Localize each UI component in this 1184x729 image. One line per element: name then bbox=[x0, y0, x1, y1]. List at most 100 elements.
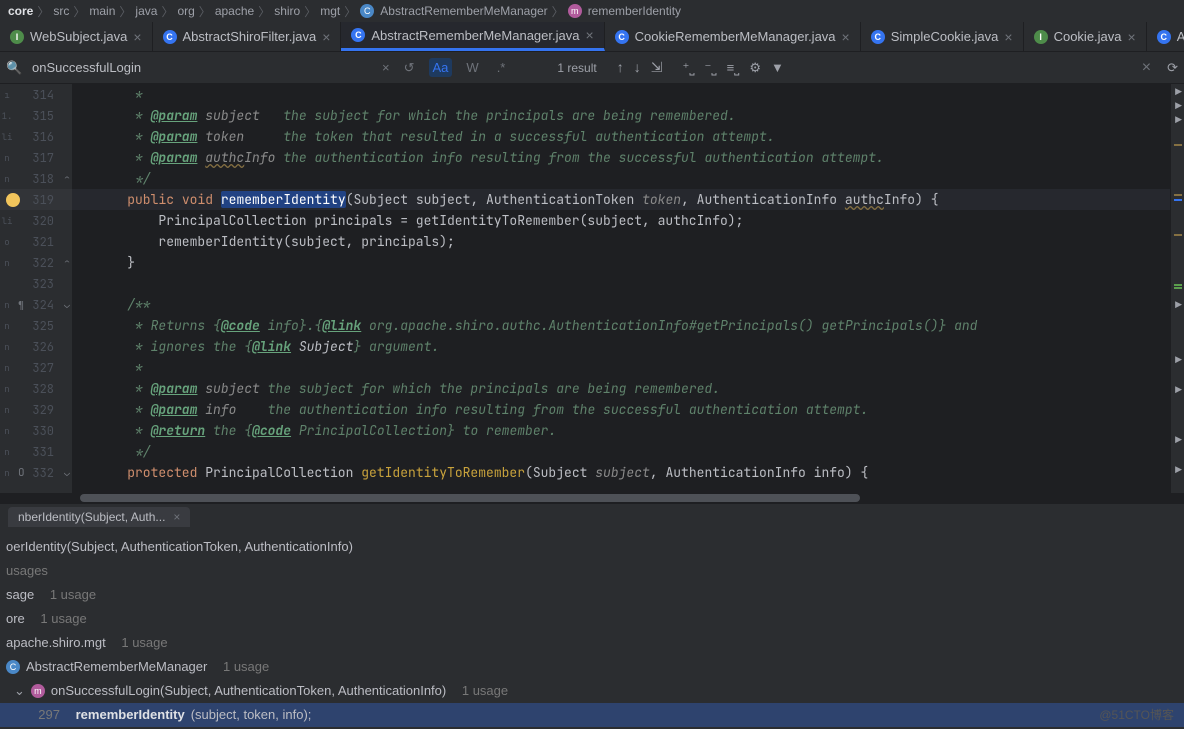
chevron-down-icon[interactable]: ⌄ bbox=[14, 681, 25, 701]
ok-marker[interactable] bbox=[1174, 284, 1182, 286]
param-name: subject bbox=[595, 464, 650, 481]
select-all-icon[interactable]: ⇲ bbox=[651, 59, 663, 76]
close-icon[interactable]: × bbox=[322, 29, 330, 45]
warning-marker[interactable] bbox=[1174, 144, 1182, 146]
usage-header[interactable]: oerIdentity(Subject, AuthenticationToken… bbox=[0, 535, 1184, 559]
keyword: public bbox=[127, 191, 174, 208]
fold-icon[interactable]: ⌃ bbox=[64, 172, 70, 185]
usages-tab[interactable]: nberIdentity(Subject, Auth... × bbox=[8, 507, 190, 527]
code-text: * bbox=[96, 86, 143, 103]
code-area[interactable]: * * @param subject the subject for which… bbox=[72, 84, 1170, 493]
gutter-mark: n bbox=[0, 257, 14, 269]
warning-marker[interactable] bbox=[1174, 194, 1182, 196]
caret-marker[interactable] bbox=[1174, 199, 1182, 201]
crumb-org[interactable]: org bbox=[177, 4, 194, 18]
crumb-shiro[interactable]: shiro bbox=[274, 4, 300, 18]
search-input[interactable]: onSuccessfulLogin bbox=[32, 60, 392, 75]
code-text: * bbox=[96, 128, 151, 145]
marker-nav-icon[interactable]: ▶ bbox=[1175, 434, 1182, 445]
scrollbar-thumb[interactable] bbox=[80, 494, 860, 502]
close-icon[interactable]: × bbox=[842, 29, 850, 45]
usage-class[interactable]: CAbstractRememberMeManager 1 usage bbox=[0, 655, 1184, 679]
line-number: 316 bbox=[32, 129, 54, 145]
match-case-toggle[interactable]: Aa bbox=[429, 58, 453, 77]
add-selection-icon[interactable]: ⁺⎵ bbox=[682, 60, 694, 76]
crumb-method[interactable]: rememberIdentity bbox=[588, 4, 681, 18]
fold-icon[interactable]: ⌄ bbox=[64, 298, 70, 311]
tab-simplecookie[interactable]: CSimpleCookie.java× bbox=[861, 22, 1024, 51]
usage-line[interactable]: 297 rememberIdentity(subject, token, inf… bbox=[0, 703, 1184, 727]
regex-toggle[interactable]: .* bbox=[493, 58, 510, 77]
fold-icon[interactable]: ⌃ bbox=[64, 256, 70, 269]
chevron-right-icon: 〉 bbox=[37, 3, 49, 20]
paragraph-icon: ¶ bbox=[18, 298, 24, 311]
close-icon[interactable]: × bbox=[1004, 29, 1012, 45]
close-icon[interactable]: × bbox=[173, 510, 180, 524]
find-options: ⁺⎵ ⁻⎵ ≡⎵ ⚙ ▼ bbox=[682, 60, 783, 76]
crumb-mgt[interactable]: mgt bbox=[320, 4, 340, 18]
marker-nav-icon[interactable]: ▶ bbox=[1175, 464, 1182, 475]
method-name: rememberIdentity bbox=[221, 191, 346, 208]
usage-count: 1 usage bbox=[40, 609, 86, 629]
gutter-mark: n bbox=[0, 152, 14, 164]
marker-nav-icon[interactable]: ▶ bbox=[1175, 299, 1182, 310]
javadoc-tag: @code bbox=[252, 422, 291, 439]
override-icon[interactable]: O bbox=[18, 466, 25, 480]
crumb-main[interactable]: main bbox=[89, 4, 115, 18]
crumb-core[interactable]: core bbox=[8, 4, 33, 18]
tab-abstractremembermemanager[interactable]: CAbstractRememberMeManager.java× bbox=[341, 22, 604, 51]
marker-nav-icon[interactable]: ▶ bbox=[1175, 354, 1182, 365]
usage-method[interactable]: ⌄monSuccessfulLogin(Subject, Authenticat… bbox=[0, 679, 1184, 703]
tab-cookieremembermemanager[interactable]: CCookieRememberMeManager.java× bbox=[605, 22, 861, 51]
tab-cookie[interactable]: ICookie.java× bbox=[1024, 22, 1147, 51]
tab-websubject[interactable]: IWebSubject.java× bbox=[0, 22, 153, 51]
settings-icon[interactable]: ⟳ bbox=[1167, 60, 1178, 76]
filter-icon[interactable]: ⚙ bbox=[749, 60, 761, 76]
remove-selection-icon[interactable]: ⁻⎵ bbox=[705, 60, 717, 76]
crumb-apache[interactable]: apache bbox=[215, 4, 254, 18]
select-occurrences-icon[interactable]: ≡⎵ bbox=[727, 60, 740, 76]
crumb-class[interactable]: AbstractRememberMeManager bbox=[380, 4, 547, 18]
marker-nav-icon[interactable]: ▶ bbox=[1175, 100, 1182, 111]
usage-group[interactable]: ore 1 usage bbox=[0, 607, 1184, 631]
code-text: } and bbox=[938, 317, 977, 334]
marker-nav-icon[interactable]: ▶ bbox=[1175, 86, 1182, 97]
code-text: the subject for which the principals are… bbox=[260, 380, 720, 397]
warning-marker[interactable] bbox=[1174, 234, 1182, 236]
arrow-down-icon[interactable]: ↓ bbox=[634, 59, 641, 76]
gutter-mark: n bbox=[0, 467, 14, 479]
close-find-icon[interactable]: × bbox=[1142, 59, 1151, 77]
gutter-mark: o bbox=[0, 236, 14, 248]
close-icon[interactable]: × bbox=[1128, 29, 1136, 45]
words-toggle[interactable]: W bbox=[462, 58, 482, 77]
close-icon[interactable]: × bbox=[133, 29, 141, 45]
close-icon[interactable]: × bbox=[585, 27, 593, 43]
clear-icon[interactable]: × bbox=[382, 60, 390, 75]
line-number: 321 bbox=[32, 234, 54, 250]
line-number: 328 bbox=[32, 381, 54, 397]
arrow-up-icon[interactable]: ↑ bbox=[617, 59, 624, 76]
intention-bulb-icon[interactable] bbox=[6, 193, 20, 207]
horizontal-scrollbar[interactable] bbox=[0, 493, 1184, 503]
marker-nav-icon[interactable]: ▶ bbox=[1175, 114, 1182, 125]
result-count: 1 result bbox=[557, 61, 596, 75]
funnel-icon[interactable]: ▼ bbox=[771, 60, 784, 76]
param-name: authc bbox=[845, 191, 884, 208]
usage-label: usages bbox=[6, 561, 48, 581]
code-text: to remember. bbox=[455, 422, 556, 439]
fold-icon[interactable]: ⌄ bbox=[64, 466, 70, 479]
usage-group[interactable]: sage 1 usage bbox=[0, 583, 1184, 607]
ok-marker[interactable] bbox=[1174, 287, 1182, 289]
crumb-java[interactable]: java bbox=[135, 4, 157, 18]
marker-nav-icon[interactable]: ▶ bbox=[1175, 384, 1182, 395]
usage-group[interactable]: apache.shiro.mgt 1 usage bbox=[0, 631, 1184, 655]
javadoc-tag: @return bbox=[151, 422, 206, 439]
tab-abstractshirofilter[interactable]: CAbstractShiroFilter.java× bbox=[153, 22, 342, 51]
prev-search-icon[interactable]: ↺ bbox=[400, 58, 419, 78]
crumb-src[interactable]: src bbox=[53, 4, 69, 18]
tab-a[interactable]: CA⌄ bbox=[1147, 22, 1184, 51]
code-text: PrincipalCollection principals = getIden… bbox=[96, 212, 743, 229]
usage-category[interactable]: usages bbox=[0, 559, 1184, 583]
error-stripe[interactable]: ▶ ▶ ▶ ▶ ▶ ▶ ▶ ▶ bbox=[1170, 84, 1184, 493]
search-icon[interactable]: 🔍 bbox=[6, 60, 22, 76]
